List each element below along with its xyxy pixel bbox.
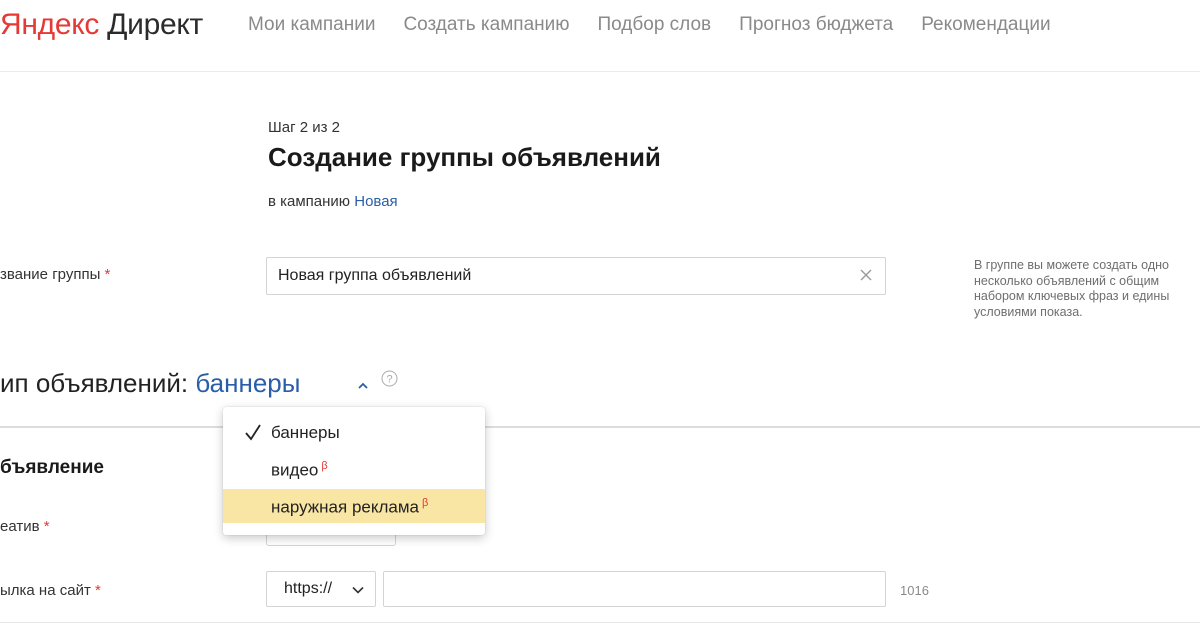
nav-recommendations[interactable]: Рекомендации: [921, 14, 1050, 36]
group-name-field: [266, 257, 886, 295]
url-input[interactable]: [383, 571, 886, 607]
main-nav: Мои кампании Создать кампанию Подбор сло…: [248, 14, 1051, 36]
ad-type-value[interactable]: баннеры: [195, 368, 300, 398]
ad-section-heading: бъявление: [0, 457, 104, 478]
logo-direct: Директ: [107, 8, 203, 41]
nav-my-campaigns[interactable]: Мои кампании: [248, 14, 375, 36]
group-hint: В группе вы можете создать одно нескольк…: [974, 258, 1200, 320]
dropdown-item-video[interactable]: видео β: [223, 452, 485, 486]
char-counter: 1016: [900, 583, 929, 598]
nav-create-campaign[interactable]: Создать кампанию: [403, 14, 569, 36]
help-icon[interactable]: ?: [381, 370, 398, 387]
chevron-down-icon: [352, 586, 364, 594]
clear-icon[interactable]: [857, 266, 875, 284]
required-marker: *: [43, 518, 50, 535]
logo-yandex: Яндекс: [0, 8, 100, 41]
url-label-text: ылка на сайт: [0, 582, 91, 599]
ad-type-row: ип объявлений: баннеры: [0, 368, 300, 399]
bottom-divider: [0, 622, 1200, 623]
ad-type-dropdown: баннеры видео β наружная реклама β: [223, 407, 485, 535]
protocol-select[interactable]: https://: [266, 571, 376, 607]
section-divider: [0, 426, 1200, 428]
protocol-value: https://: [284, 580, 333, 597]
campaign-link[interactable]: Новая: [354, 193, 397, 210]
dropdown-item-label-wrap: наружная реклама β: [271, 497, 428, 518]
chevron-up-icon[interactable]: [356, 380, 370, 392]
ad-type-label: ип объявлений:: [0, 368, 189, 398]
creative-label: еатив *: [0, 518, 50, 535]
dropdown-item-label: наружная реклама: [271, 497, 419, 517]
hint-line: условиями показа.: [974, 304, 1083, 319]
header: Яндекс Директ Мои кампании Создать кампа…: [0, 0, 1200, 72]
dropdown-item-banners[interactable]: баннеры: [223, 415, 485, 449]
check-icon: [245, 424, 261, 441]
yandex-direct-logo[interactable]: Яндекс Директ: [0, 8, 203, 42]
beta-badge: β: [321, 460, 328, 472]
dropdown-item-label: видео: [271, 460, 319, 480]
hint-line: несколько объявлений с общим: [974, 273, 1160, 288]
hint-line: В группе вы можете создать одно: [974, 258, 1169, 272]
svg-text:?: ?: [386, 374, 392, 386]
creative-label-text: еатив: [0, 518, 40, 535]
required-marker: *: [104, 266, 111, 283]
nav-keyword-selection[interactable]: Подбор слов: [598, 14, 712, 36]
dropdown-item-label: баннеры: [271, 423, 340, 442]
nav-budget-forecast[interactable]: Прогноз бюджета: [739, 14, 893, 36]
group-name-input[interactable]: [267, 258, 847, 294]
campaign-prefix: в кампанию: [268, 193, 351, 210]
beta-badge: β: [422, 497, 429, 509]
hint-line: набором ключевых фраз и едины: [974, 289, 1170, 303]
url-label: ылка на сайт *: [0, 582, 101, 599]
step-indicator: Шаг 2 из 2: [268, 119, 341, 136]
dropdown-item-outdoor[interactable]: наружная реклама β: [223, 489, 485, 523]
page-title: Создание группы объявлений: [268, 142, 661, 172]
group-name-label-text: звание группы: [0, 266, 101, 283]
required-marker: *: [95, 582, 101, 599]
campaign-line: в кампанию Новая: [268, 193, 398, 210]
dropdown-item-label-wrap: видео β: [271, 460, 328, 481]
group-name-label: звание группы *: [0, 266, 110, 283]
